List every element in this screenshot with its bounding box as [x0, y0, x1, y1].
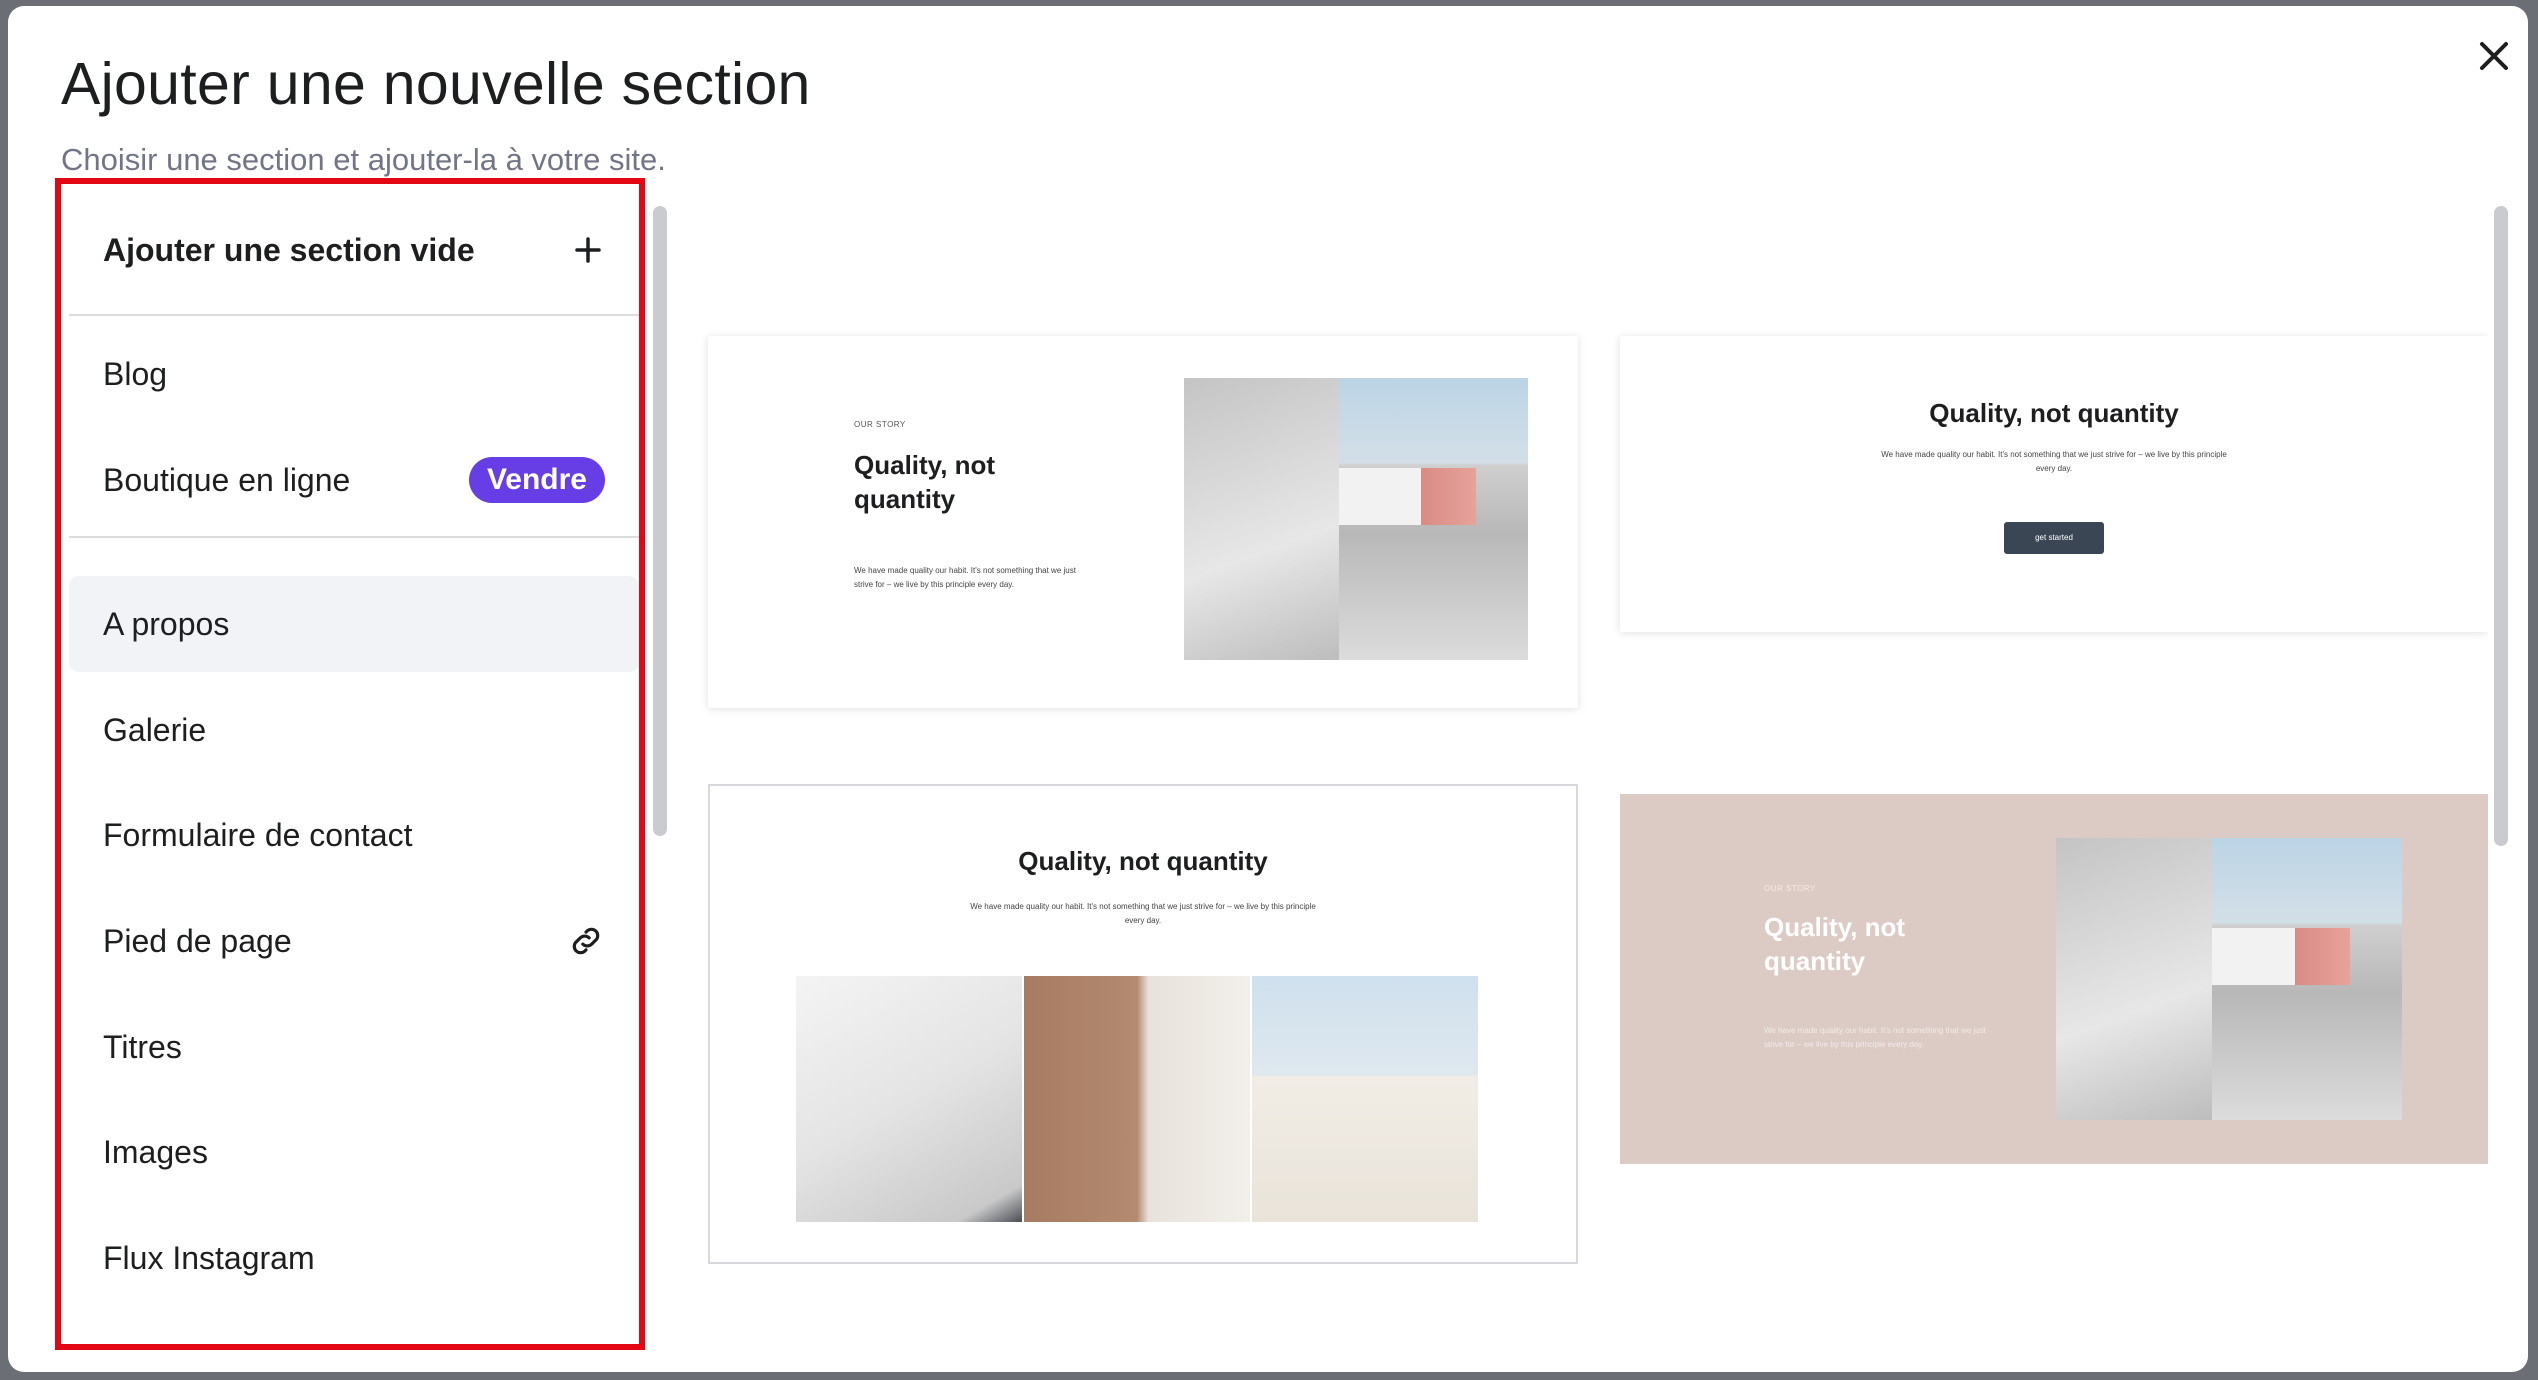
sidebar-scrollbar[interactable] [653, 206, 667, 836]
dialog-title: Ajouter une nouvelle section [61, 50, 811, 118]
preview-body: We have made quality our habit. It's not… [968, 900, 1318, 928]
preview-get-started-button: get started [2004, 522, 2104, 554]
preview-image [2056, 838, 2402, 1120]
sidebar-item-blog[interactable]: Blog [69, 326, 639, 422]
preview-body: We have made quality our habit. It's not… [854, 564, 1084, 592]
preview-heading: Quality, not quantity [1620, 396, 2488, 430]
sidebar-item-footer[interactable]: Pied de page [69, 893, 639, 989]
section-category-list: Ajouter une section vide Blog Boutique e… [61, 186, 649, 1356]
sidebar-item-label: Pied de page [103, 923, 292, 960]
close-icon[interactable] [2472, 34, 2516, 78]
sidebar-item-titles[interactable]: Titres [69, 999, 639, 1095]
preview-image [1024, 976, 1250, 1222]
about-preview-card-4[interactable]: OUR STORY Quality, not quantity We have … [1620, 794, 2488, 1164]
plus-icon [571, 233, 605, 267]
preview-heading: Quality, not quantity [710, 844, 1576, 878]
sidebar-item-label: Boutique en ligne [103, 462, 350, 499]
sidebar-item-label: Galerie [103, 712, 206, 749]
about-preview-card-3[interactable]: Quality, not quantity We have made quali… [708, 784, 1578, 1264]
sidebar-item-label: Blog [103, 356, 167, 393]
sidebar-item-label: Titres [103, 1029, 182, 1066]
add-section-dialog: Ajouter une nouvelle section Choisir une… [8, 6, 2528, 1372]
preview-body: We have made quality our habit. It's not… [1764, 1024, 1994, 1052]
preview-body: We have made quality our habit. It's not… [1880, 448, 2228, 476]
add-empty-section-button[interactable]: Ajouter une section vide [69, 186, 639, 316]
sidebar-item-label: A propos [103, 606, 229, 643]
preview-kicker: OUR STORY [854, 420, 906, 429]
about-preview-card-2[interactable]: Quality, not quantity We have made quali… [1620, 336, 2488, 632]
sidebar-item-images[interactable]: Images [69, 1104, 639, 1200]
sidebar-item-label: Formulaire de contact [103, 817, 412, 854]
preview-image [796, 976, 1022, 1222]
category-group-features: Blog Boutique en ligne Vendre [69, 318, 639, 538]
sidebar-item-online-store[interactable]: Boutique en ligne Vendre [69, 432, 639, 528]
section-preview-grid: OUR STORY Quality, not quantity We have … [668, 202, 2488, 1372]
sidebar-item-contact-form[interactable]: Formulaire de contact [69, 787, 639, 883]
sidebar-item-gallery[interactable]: Galerie [69, 682, 639, 778]
preview-heading: Quality, not quantity [1764, 910, 1964, 978]
add-empty-section-label: Ajouter une section vide [103, 232, 475, 269]
preview-image [1252, 976, 1478, 1222]
dialog-subtitle: Choisir une section et ajouter-la à votr… [61, 142, 666, 178]
sidebar-item-label: Images [103, 1134, 208, 1171]
sidebar-item-instagram-feed[interactable]: Flux Instagram [69, 1210, 639, 1306]
preview-heading: Quality, not quantity [854, 448, 1054, 516]
link-icon [567, 922, 605, 960]
sidebar-item-about[interactable]: A propos [69, 576, 639, 672]
sell-badge: Vendre [469, 457, 605, 503]
about-preview-card-1[interactable]: OUR STORY Quality, not quantity We have … [708, 336, 1578, 708]
preview-scrollbar[interactable] [2494, 206, 2508, 846]
preview-image [1184, 378, 1528, 660]
preview-kicker: OUR STORY [1764, 884, 1816, 893]
sidebar-item-label: Flux Instagram [103, 1240, 315, 1277]
